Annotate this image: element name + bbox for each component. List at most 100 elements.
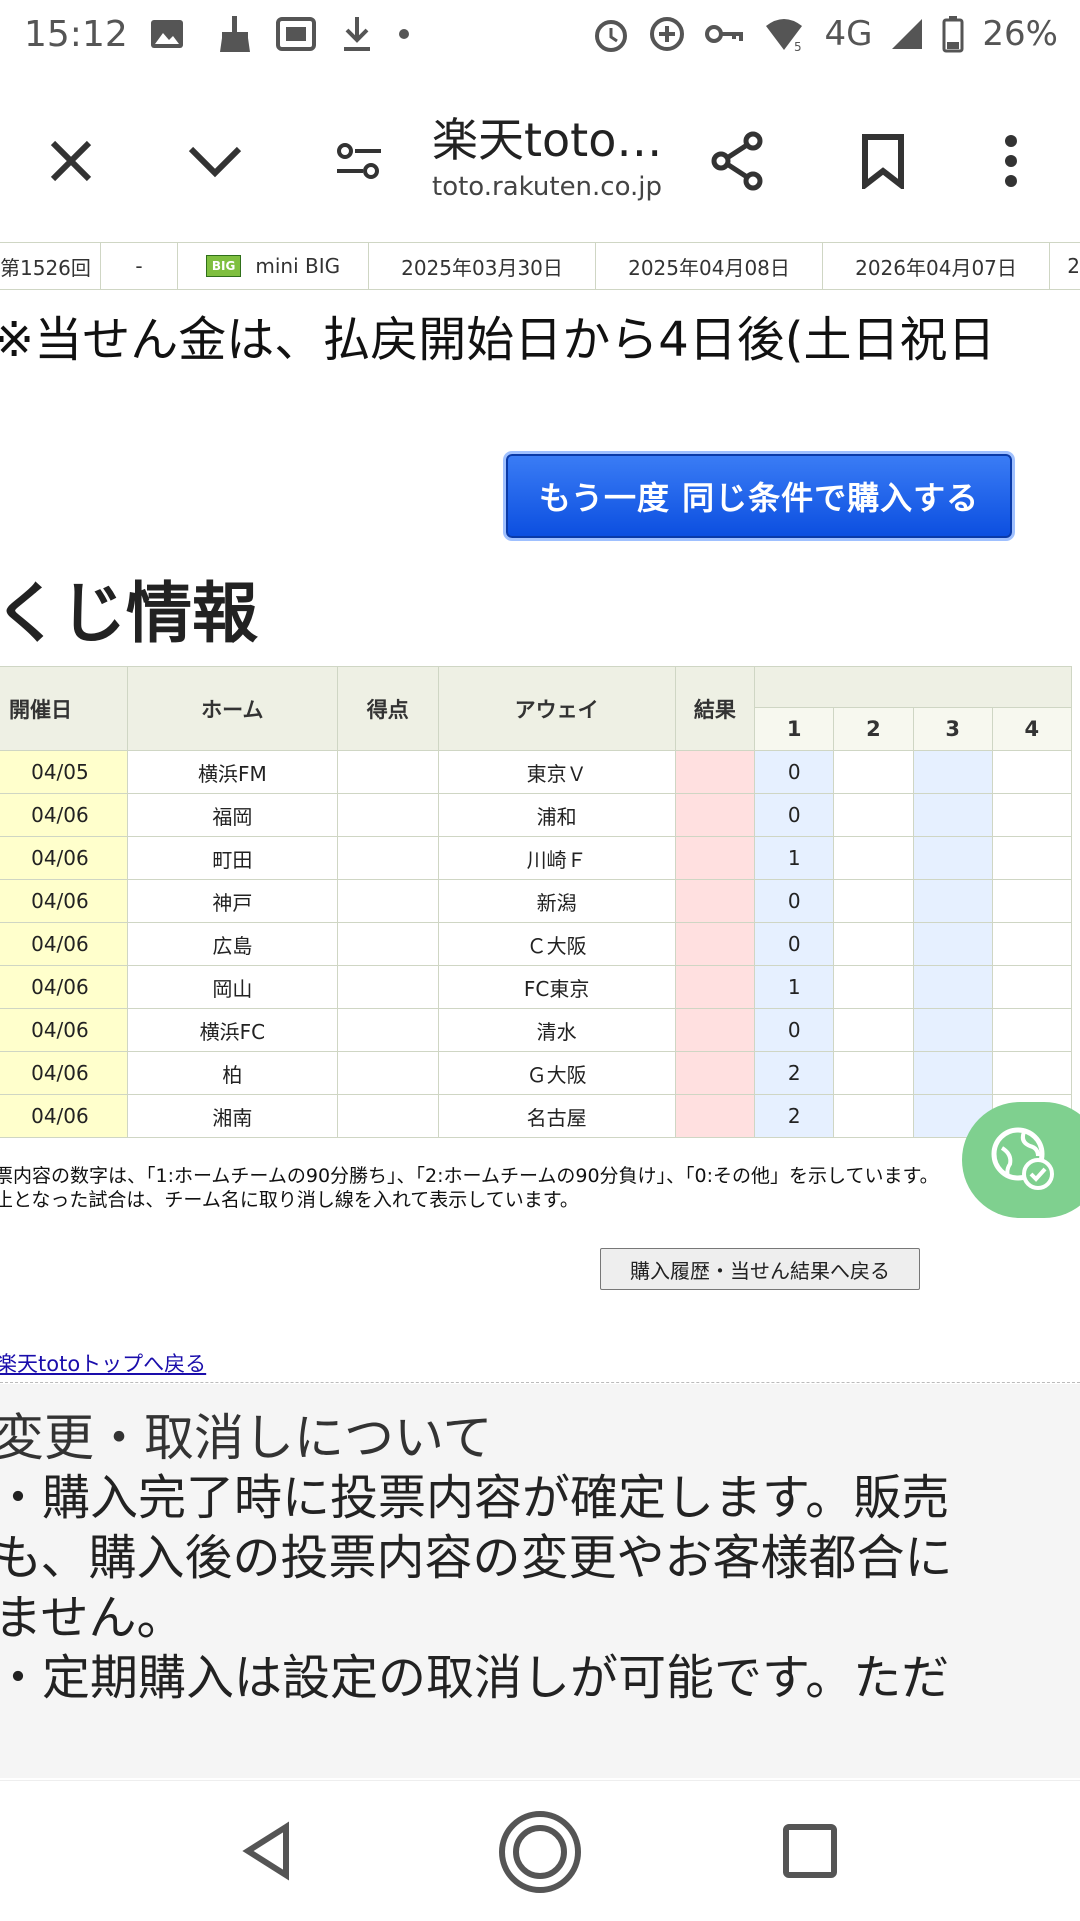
back-icon[interactable] <box>238 1821 298 1881</box>
payout-start-date: 2025年04月08日 <box>596 243 823 289</box>
result-cell <box>674 750 756 794</box>
choice-4-cell <box>991 1008 1073 1052</box>
choice-2-cell <box>833 1094 914 1138</box>
choice-2-cell <box>833 1051 914 1095</box>
choice-2-cell <box>833 965 914 1009</box>
choice-1-cell: 0 <box>754 922 835 966</box>
close-tab-button[interactable] <box>36 126 106 196</box>
table-row: 04/06 横浜FC 清水 0 <box>0 1008 1073 1052</box>
share-icon <box>711 131 763 191</box>
home-team: 岡山 <box>126 965 338 1009</box>
choice-3-cell <box>912 750 993 794</box>
info-line: ません。 <box>0 1590 185 1646</box>
recents-icon[interactable] <box>782 1823 838 1879</box>
choice-2-cell <box>833 1008 914 1052</box>
image-icon <box>151 20 183 48</box>
data-saver-icon <box>650 17 685 51</box>
divider <box>0 1382 1080 1383</box>
note-line: 止となった試合は、チーム名に取り消し線を入れて表示しています。 <box>0 1189 579 1211</box>
lottery-info-heading: くじ情報 <box>0 575 258 652</box>
share-button[interactable] <box>702 126 772 196</box>
away-team: 東京Ｖ <box>437 750 676 794</box>
home-team: 神戸 <box>126 879 338 923</box>
back-to-history-button[interactable]: 購入履歴・当せん結果へ戻る <box>600 1248 920 1290</box>
col-choice-1: 1 <box>754 707 835 751</box>
col-away: アウェイ <box>437 666 676 751</box>
col-choice-2: 2 <box>833 707 914 751</box>
table-row: 04/06 岡山 FC東京 1 <box>0 965 1073 1009</box>
site-settings-button[interactable] <box>324 126 394 196</box>
more-options-button[interactable] <box>976 126 1046 196</box>
result-cell <box>674 836 756 880</box>
col-home: ホーム <box>126 666 338 751</box>
home-team: 広島 <box>126 922 338 966</box>
away-team: 川崎Ｆ <box>437 836 676 880</box>
lottery-name: mini BIG <box>255 254 341 278</box>
choice-4-cell <box>991 750 1073 794</box>
choice-4-cell <box>991 965 1073 1009</box>
close-icon <box>50 140 92 182</box>
browser-toolbar: 楽天toto… toto.rakuten.co.jp <box>0 76 1080 236</box>
status-time: 15:12 <box>24 14 128 55</box>
choice-1-cell: 2 <box>754 1051 835 1095</box>
match-table: 開催日 ホーム 得点 アウェイ 結果 1 2 3 4 04/05 横浜FM 東京Ｖ 0… <box>0 666 1073 1138</box>
info-line: も、購入後の投票内容の変更やお客様都合に <box>0 1530 953 1586</box>
bookmark-button[interactable] <box>848 126 918 196</box>
score-cell <box>336 750 439 794</box>
battery-percent: 26% <box>982 14 1058 54</box>
away-team: 名古屋 <box>437 1094 676 1138</box>
col-score: 得点 <box>336 666 439 751</box>
svg-text:5: 5 <box>794 40 802 52</box>
minimize-button[interactable] <box>180 126 250 196</box>
table-row: 04/06 町田 川崎Ｆ 1 <box>0 836 1073 880</box>
dot-icon <box>399 29 409 39</box>
cast-icon <box>276 17 316 51</box>
table-row: 04/06 湘南 名古屋 2 <box>0 1094 1073 1138</box>
away-team: 新潟 <box>437 879 676 923</box>
choice-1-cell: 0 <box>754 793 835 837</box>
page-title: 楽天toto… <box>432 113 663 167</box>
away-team: FC東京 <box>437 965 676 1009</box>
vpn-key-icon <box>705 25 744 43</box>
globe-check-icon <box>991 1127 1054 1190</box>
table-row: 04/06 柏 Ｇ大阪 2 <box>0 1051 1073 1095</box>
result-cell <box>674 965 756 1009</box>
note-line: 票内容の数字は、「1:ホームチームの90分勝ち」、「2:ホームチームの90分負け… <box>0 1165 939 1187</box>
choice-3-cell <box>912 965 993 1009</box>
home-icon[interactable] <box>497 1809 583 1895</box>
col-date: 開催日 <box>0 666 128 751</box>
purchase-summary-row: 第1526回 - BIG mini BIG 2025年03月30日 2025年0… <box>0 242 1080 290</box>
score-cell <box>336 793 439 837</box>
away-team: Ｃ大阪 <box>437 922 676 966</box>
match-date: 04/06 <box>0 922 128 966</box>
score-cell <box>336 1008 439 1052</box>
choice-4-cell <box>991 1051 1073 1095</box>
choice-4-cell <box>991 922 1073 966</box>
score-cell <box>336 922 439 966</box>
info-heading: 変更・取消しについて <box>0 1409 493 1467</box>
col-choice-4: 4 <box>991 707 1073 751</box>
away-team: 浦和 <box>437 793 676 837</box>
choice-4-cell <box>991 879 1073 923</box>
rebuy-button[interactable]: もう一度 同じ条件で購入する <box>506 454 1012 538</box>
table-row: 04/06 福岡 浦和 0 <box>0 793 1073 837</box>
next-date-partial: 20 <box>1050 243 1080 289</box>
col-choice-3: 3 <box>912 707 993 751</box>
page-url[interactable]: toto.rakuten.co.jp <box>432 172 662 202</box>
battery-icon <box>942 16 964 53</box>
score-cell <box>336 836 439 880</box>
floating-translate-button[interactable] <box>962 1102 1080 1218</box>
payout-notice: ※当せん金は、払戻開始日から4日後(土日祝日 <box>0 312 996 368</box>
table-row: 04/06 広島 Ｃ大阪 0 <box>0 922 1073 966</box>
choice-4-cell <box>991 793 1073 837</box>
cleaner-icon <box>220 16 250 52</box>
toto-top-link[interactable]: 楽天totoトップへ戻る <box>0 1348 206 1378</box>
home-team: 柏 <box>126 1051 338 1095</box>
change-cancel-info: 変更・取消しについて ・購入完了時に投票内容が確定します。販売 も、購入後の投票… <box>0 1384 1080 1778</box>
choice-3-cell <box>912 922 993 966</box>
table-row: 04/05 横浜FM 東京Ｖ 0 <box>0 750 1073 794</box>
home-team: 湘南 <box>126 1094 338 1138</box>
lottery-cell: BIG mini BIG <box>178 243 369 289</box>
match-date: 04/06 <box>0 1051 128 1095</box>
table-row: 04/06 神戸 新潟 0 <box>0 879 1073 923</box>
